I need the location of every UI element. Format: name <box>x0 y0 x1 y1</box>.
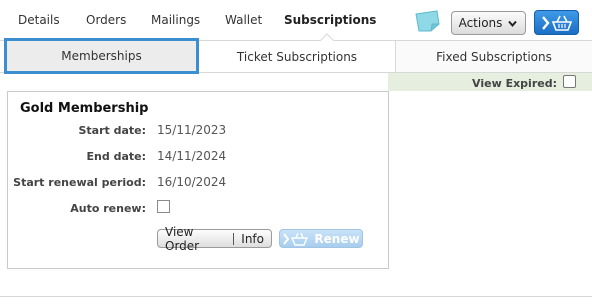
subtab-ticket-subscriptions[interactable]: Ticket Subscriptions <box>199 41 396 72</box>
start-date-label: Start date: <box>78 124 146 137</box>
info-button[interactable]: Info <box>234 230 271 247</box>
basket-icon <box>283 232 309 246</box>
auto-renew-checkbox[interactable] <box>157 200 170 213</box>
top-navigation-bar: Details Orders Mailings Wallet Subscript… <box>0 0 592 41</box>
view-order-button[interactable]: View Order <box>158 225 233 253</box>
view-expired-label: View Expired: <box>472 77 557 90</box>
start-renewal-period-label: Start renewal period: <box>13 176 146 189</box>
order-info-button-group: View Order Info <box>157 225 272 253</box>
tab-details[interactable]: Details <box>18 13 60 27</box>
membership-title: Gold Membership <box>20 101 149 116</box>
renew-label: Renew <box>314 231 360 246</box>
basket-icon <box>541 15 572 31</box>
tab-subscriptions[interactable]: Subscriptions <box>284 13 376 27</box>
tab-orders[interactable]: Orders <box>86 13 126 27</box>
actions-label: Actions <box>458 16 503 30</box>
view-expired-checkbox[interactable] <box>563 75 576 88</box>
subtab-memberships[interactable]: Memberships <box>4 38 199 74</box>
end-date-value: 14/11/2024 <box>157 149 227 163</box>
tab-wallet[interactable]: Wallet <box>225 13 262 27</box>
sticky-note-icon[interactable] <box>413 9 441 33</box>
auto-renew-label: Auto renew: <box>70 202 146 215</box>
bottom-divider <box>0 296 592 297</box>
tab-mailings[interactable]: Mailings <box>151 13 200 27</box>
basket-button[interactable] <box>534 10 579 35</box>
end-date-label: End date: <box>86 150 146 163</box>
start-date-value: 15/11/2023 <box>157 123 227 137</box>
subtab-fixed-subscriptions[interactable]: Fixed Subscriptions <box>396 41 592 72</box>
membership-card: Gold Membership Start date: 15/11/2023 E… <box>7 91 389 269</box>
subscription-subtabs: Memberships Ticket Subscriptions Fixed S… <box>0 38 592 74</box>
renew-button[interactable]: Renew <box>279 229 363 248</box>
actions-button[interactable]: Actions <box>451 11 526 35</box>
start-renewal-period-value: 16/10/2024 <box>157 175 227 189</box>
chevron-down-icon <box>508 20 518 27</box>
active-tab-indicator <box>320 33 334 41</box>
view-expired-filter: View Expired: <box>388 73 592 91</box>
